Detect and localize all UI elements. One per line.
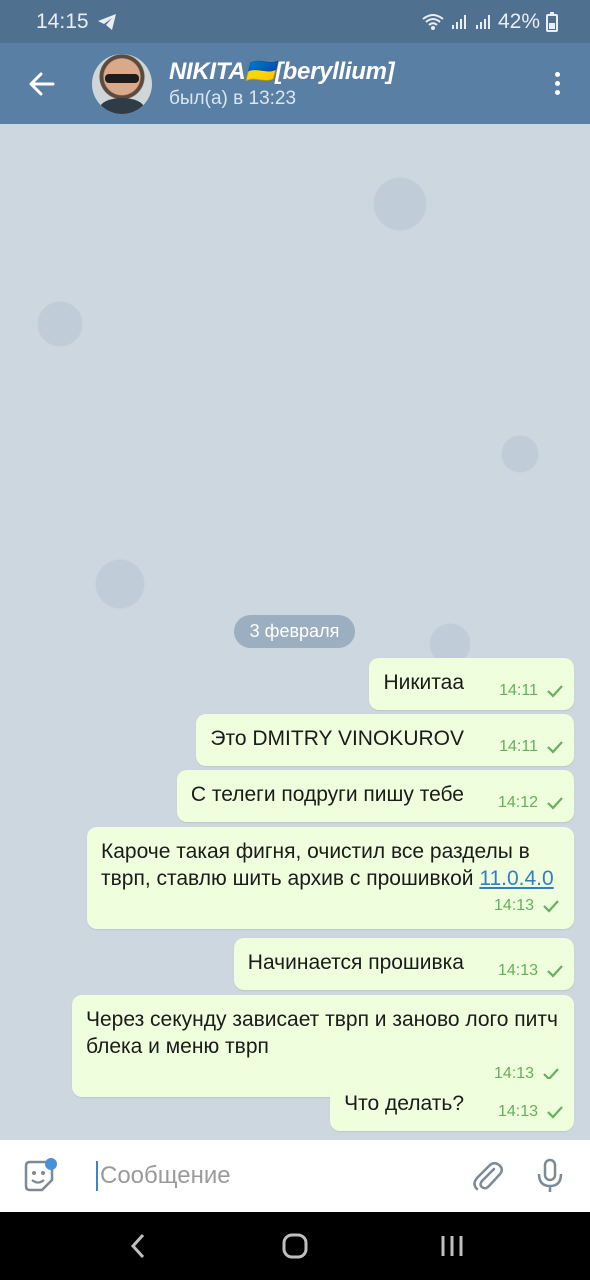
nav-recents-button[interactable] bbox=[422, 1226, 482, 1266]
last-seen: был(а) в 13:23 bbox=[169, 87, 297, 109]
status-time: 14:15 bbox=[36, 9, 89, 33]
message-text: Через секунду зависает тврп и заново лог… bbox=[86, 1008, 558, 1058]
message-time: 14:13 bbox=[493, 897, 534, 914]
message-bubble[interactable]: Что делать? 14:13 bbox=[330, 1079, 574, 1131]
check-icon bbox=[547, 740, 563, 754]
chat-title-block[interactable]: NIKITA🇺🇦[beryllium] был(а) в 13:23 bbox=[169, 58, 542, 110]
message-time: 14:13 bbox=[497, 962, 538, 979]
chat-header: NIKITA🇺🇦[beryllium] был(а) в 13:23 bbox=[0, 43, 590, 124]
message-bubble[interactable]: Начинается прошивка 14:13 bbox=[233, 938, 574, 990]
check-icon bbox=[547, 796, 563, 810]
chat-area[interactable]: 3 февраля Никитаа 14:11 Это DMITRY VINOK… bbox=[0, 124, 590, 1140]
telegram-notification-icon bbox=[97, 13, 116, 30]
message-bubble[interactable]: Никитаа 14:11 bbox=[369, 658, 574, 710]
check-icon bbox=[547, 684, 563, 698]
check-icon bbox=[543, 899, 559, 913]
attach-button[interactable] bbox=[468, 1156, 508, 1196]
check-icon bbox=[547, 1105, 563, 1119]
signal-icon-2 bbox=[475, 14, 490, 29]
voice-button[interactable] bbox=[530, 1156, 570, 1196]
message-time: 14:11 bbox=[499, 738, 538, 755]
system-nav-bar bbox=[0, 1212, 590, 1280]
signal-icon bbox=[451, 14, 466, 29]
message-time: 14:11 bbox=[499, 682, 538, 699]
contact-name: NIKITA🇺🇦[beryllium] bbox=[169, 57, 395, 85]
message-time: 14:13 bbox=[497, 1103, 538, 1120]
message-time: 14:12 bbox=[497, 794, 538, 811]
message-link[interactable]: 11.0.4.0 bbox=[479, 867, 553, 890]
message-bubble[interactable]: Это DMITRY VINOKUROV 14:11 bbox=[196, 714, 574, 766]
back-button[interactable] bbox=[22, 64, 62, 104]
more-menu-button[interactable] bbox=[542, 64, 572, 104]
battery-percent: 42% bbox=[497, 9, 540, 33]
check-icon bbox=[547, 964, 563, 978]
message-input[interactable]: Сообщение bbox=[96, 1161, 468, 1191]
sticker-emoji-icon bbox=[24, 1158, 57, 1192]
recents-icon bbox=[441, 1236, 463, 1256]
battery-icon bbox=[546, 11, 558, 32]
paperclip-icon bbox=[473, 1162, 503, 1191]
message-bubble[interactable]: Кароче такая фигня, очистил все разделы … bbox=[87, 827, 574, 929]
status-bar: 14:15 42% bbox=[0, 0, 590, 43]
microphone-icon bbox=[537, 1158, 563, 1192]
chevron-left-icon bbox=[131, 1233, 145, 1259]
message-input-bar: Сообщение bbox=[0, 1140, 590, 1212]
more-vert-icon bbox=[554, 72, 560, 77]
nav-back-button[interactable] bbox=[108, 1226, 168, 1266]
home-icon bbox=[282, 1233, 308, 1259]
emoji-button[interactable] bbox=[20, 1156, 60, 1196]
arrow-left-icon bbox=[29, 72, 55, 95]
wifi-icon bbox=[422, 13, 444, 30]
date-separator: 3 февраля bbox=[234, 615, 355, 648]
message-bubble[interactable]: С телеги подруги пишу тебе 14:12 bbox=[176, 770, 574, 822]
avatar[interactable] bbox=[92, 53, 152, 114]
message-text: Кароче такая фигня, очистил все разделы … bbox=[101, 840, 530, 890]
nav-home-button[interactable] bbox=[265, 1226, 325, 1266]
